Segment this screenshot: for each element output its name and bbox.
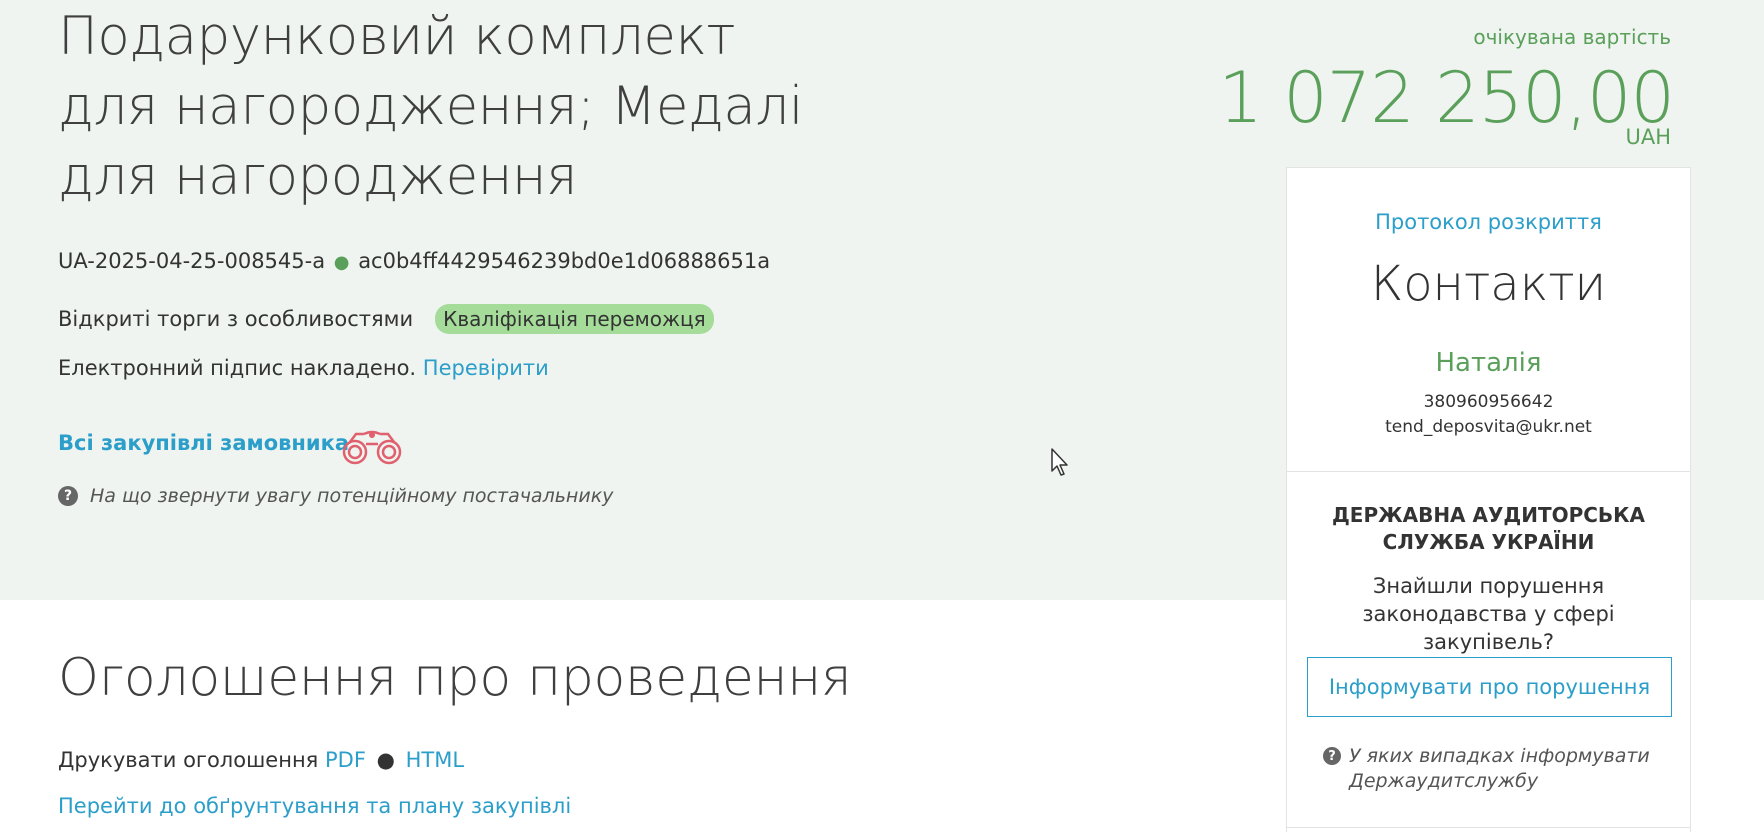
tender-id: UA-2025-04-25-008545-a bbox=[58, 249, 326, 273]
announcement-title: Оголошення про проведення bbox=[58, 648, 852, 708]
opening-protocol-link[interactable]: Протокол розкриття bbox=[1287, 210, 1690, 234]
contact-email: tend_deposvita@ukr.net bbox=[1385, 417, 1592, 437]
all-customer-purchases-link[interactable]: Всі закупівлі замовника bbox=[58, 431, 349, 455]
contact-name: Наталія bbox=[1435, 348, 1542, 378]
id-separator: ● bbox=[333, 252, 350, 273]
expected-value-amount: 1 072 250,00 bbox=[1218, 57, 1675, 139]
supplier-hint[interactable]: ? На що звернути увагу потенційному пост… bbox=[58, 484, 613, 508]
audit-hint-text: У яких випадках інформувати Держаудитслу… bbox=[1349, 745, 1650, 792]
signature-row: Електронний підпис накладено. Перевірити bbox=[58, 356, 549, 380]
signature-text: Електронний підпис накладено. bbox=[58, 356, 417, 380]
procedure-row: Відкриті торги з особливостями Кваліфіка… bbox=[58, 304, 714, 334]
expected-value-label: очікувана вартість bbox=[1473, 25, 1671, 49]
print-pdf-link[interactable]: PDF bbox=[325, 748, 366, 772]
contacts-title: Контакти bbox=[1370, 256, 1607, 312]
print-label: Друкувати оголошення bbox=[58, 748, 319, 772]
sidebar-divider bbox=[1287, 471, 1690, 472]
question-icon: ? bbox=[58, 486, 78, 506]
status-badge: Кваліфікація переможця bbox=[435, 304, 714, 334]
audit-service-title: ДЕРЖАВНА АУДИТОРСЬКА СЛУЖБА УКРАЇНИ bbox=[1331, 503, 1646, 554]
report-violation-button[interactable]: Інформувати про порушення bbox=[1307, 657, 1672, 717]
print-separator: ● bbox=[376, 748, 395, 772]
verify-signature-link[interactable]: Перевірити bbox=[423, 356, 549, 380]
print-html-link[interactable]: HTML bbox=[406, 748, 464, 772]
print-announcement-row: Друкувати оголошення PDF ● HTML bbox=[58, 748, 464, 772]
sidebar-divider-bottom bbox=[1287, 827, 1690, 828]
procurement-plan-link[interactable]: Перейти до обґрунтування та плану закупі… bbox=[58, 794, 571, 818]
binoculars-icon[interactable] bbox=[340, 430, 404, 466]
question-icon: ? bbox=[1323, 747, 1341, 765]
supplier-hint-text: На що звернути увагу потенційному постач… bbox=[90, 485, 614, 507]
contacts-sidebar: Протокол розкриття Контакти Наталія 3809… bbox=[1286, 167, 1691, 832]
tender-hash: ac0b4ff4429546239bd0e1d06888651a bbox=[358, 249, 771, 273]
mouse-cursor-icon bbox=[1051, 448, 1068, 476]
expected-value-currency: UAH bbox=[1625, 125, 1671, 149]
procedure-type: Відкриті торги з особливостями bbox=[58, 307, 414, 331]
contact-phone: 380960956642 bbox=[1423, 392, 1554, 412]
audit-service-text: Знайшли порушення законодавства у сфері … bbox=[1362, 574, 1615, 654]
tender-title: Подарунковий комплект для нагородження; … bbox=[58, 6, 803, 207]
audit-hint[interactable]: ? У яких випадках інформувати Держаудитс… bbox=[1323, 744, 1670, 794]
tender-identifier: UA-2025-04-25-008545-a ● ac0b4ff44295462… bbox=[58, 249, 770, 273]
